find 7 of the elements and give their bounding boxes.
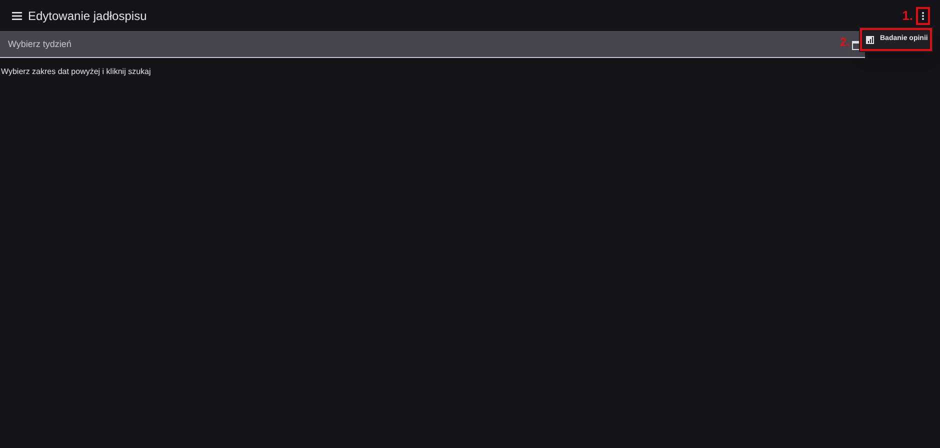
chart-icon	[866, 36, 874, 44]
more-options-button[interactable]	[916, 6, 930, 24]
page-title: Edytowanie jadłospisu	[28, 8, 147, 24]
menu-icon[interactable]	[12, 12, 22, 20]
annotation-label: 1.	[902, 6, 913, 25]
hint-text: Wybierz zakres dat powyżej i kliknij szukaj	[0, 66, 152, 78]
annotation-label: 2.	[840, 34, 850, 51]
